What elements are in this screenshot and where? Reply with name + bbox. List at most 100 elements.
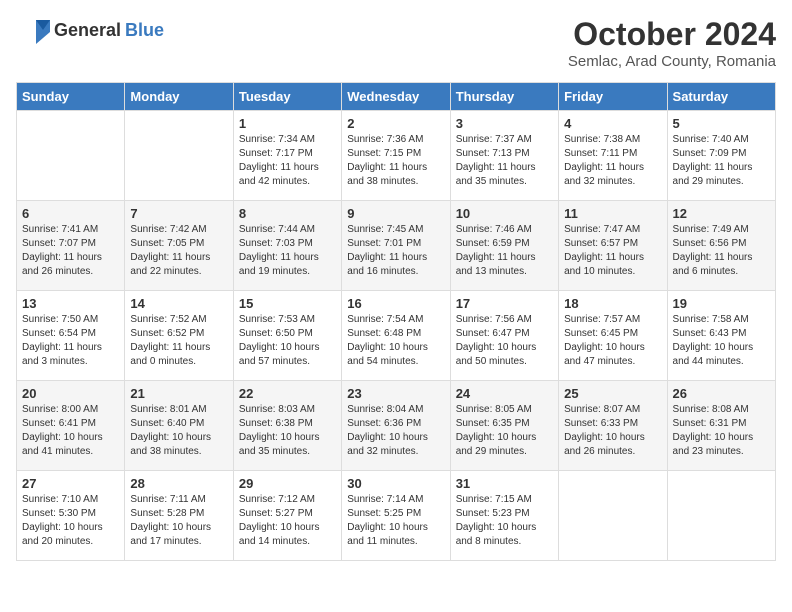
calendar-cell <box>17 111 125 201</box>
day-number: 6 <box>22 206 119 221</box>
calendar-week-row: 27 Sunrise: 7:10 AMSunset: 5:30 PMDayligh… <box>17 471 776 561</box>
day-info: Sunrise: 7:56 AMSunset: 6:47 PMDaylight:… <box>456 313 553 369</box>
logo-general: General <box>54 20 121 41</box>
day-number: 28 <box>130 476 227 491</box>
day-number: 26 <box>673 386 770 401</box>
calendar-table: Sunday Monday Tuesday Wednesday Thursday… <box>16 82 776 561</box>
day-number: 15 <box>239 296 336 311</box>
day-number: 13 <box>22 296 119 311</box>
day-info: Sunrise: 7:50 AMSunset: 6:54 PMDaylight:… <box>22 313 119 369</box>
calendar-header-row: Sunday Monday Tuesday Wednesday Thursday… <box>17 83 776 111</box>
day-info: Sunrise: 7:37 AMSunset: 7:13 PMDaylight:… <box>456 133 553 189</box>
day-info: Sunrise: 7:46 AMSunset: 6:59 PMDaylight:… <box>456 223 553 279</box>
calendar-cell: 1 Sunrise: 7:34 AMSunset: 7:17 PMDaylight… <box>233 111 341 201</box>
calendar-cell: 21Sunrise: 8:01 AMSunset: 6:40 PMDayligh… <box>125 381 233 471</box>
calendar-week-row: 1 Sunrise: 7:34 AMSunset: 7:17 PMDaylight… <box>17 111 776 201</box>
page-subtitle: Semlac, Arad County, Romania <box>568 53 776 70</box>
calendar-cell: 3 Sunrise: 7:37 AMSunset: 7:13 PMDaylight… <box>450 111 558 201</box>
day-info: Sunrise: 7:40 AMSunset: 7:09 PMDaylight:… <box>673 133 770 189</box>
day-number: 1 <box>239 116 336 131</box>
calendar-cell: 12 Sunrise: 7:49 AMSunset: 6:56 PMDayligh… <box>667 201 775 291</box>
day-info: Sunrise: 7:42 AMSunset: 7:05 PMDaylight:… <box>130 223 227 279</box>
day-info: Sunrise: 7:10 AMSunset: 5:30 PMDaylight:… <box>22 493 119 549</box>
day-info: Sunrise: 7:54 AMSunset: 6:48 PMDaylight:… <box>347 313 444 369</box>
calendar-cell: 19 Sunrise: 7:58 AMSunset: 6:43 PMDayligh… <box>667 291 775 381</box>
calendar-week-row: 6 Sunrise: 7:41 AMSunset: 7:07 PMDaylight… <box>17 201 776 291</box>
day-info: Sunrise: 7:15 AMSunset: 5:23 PMDaylight:… <box>456 493 553 549</box>
day-number: 2 <box>347 116 444 131</box>
day-number: 29 <box>239 476 336 491</box>
day-info: Sunrise: 7:53 AMSunset: 6:50 PMDaylight:… <box>239 313 336 369</box>
day-number: 17 <box>456 296 553 311</box>
day-number: 11 <box>564 206 661 221</box>
day-number: 30 <box>347 476 444 491</box>
day-info: Sunrise: 8:07 AMSunset: 6:33 PMDaylight:… <box>564 403 661 459</box>
day-number: 21 <box>130 386 227 401</box>
col-thursday: Thursday <box>450 83 558 111</box>
col-sunday: Sunday <box>17 83 125 111</box>
page-header: GeneralBlue October 2024 Semlac, Arad Co… <box>16 16 776 70</box>
day-number: 31 <box>456 476 553 491</box>
day-number: 10 <box>456 206 553 221</box>
day-number: 20 <box>22 386 119 401</box>
day-info: Sunrise: 7:49 AMSunset: 6:56 PMDaylight:… <box>673 223 770 279</box>
day-info: Sunrise: 7:44 AMSunset: 7:03 PMDaylight:… <box>239 223 336 279</box>
day-info: Sunrise: 7:57 AMSunset: 6:45 PMDaylight:… <box>564 313 661 369</box>
calendar-cell: 23 Sunrise: 8:04 AMSunset: 6:36 PMDayligh… <box>342 381 450 471</box>
col-friday: Friday <box>559 83 667 111</box>
day-number: 8 <box>239 206 336 221</box>
calendar-cell: 2 Sunrise: 7:36 AMSunset: 7:15 PMDaylight… <box>342 111 450 201</box>
calendar-cell: 9 Sunrise: 7:45 AMSunset: 7:01 PMDaylight… <box>342 201 450 291</box>
logo: GeneralBlue <box>16 16 164 44</box>
day-number: 18 <box>564 296 661 311</box>
day-number: 5 <box>673 116 770 131</box>
day-info: Sunrise: 7:45 AMSunset: 7:01 PMDaylight:… <box>347 223 444 279</box>
calendar-cell: 30Sunrise: 7:14 AMSunset: 5:25 PMDayligh… <box>342 471 450 561</box>
day-info: Sunrise: 7:58 AMSunset: 6:43 PMDaylight:… <box>673 313 770 369</box>
day-number: 19 <box>673 296 770 311</box>
calendar-cell: 7Sunrise: 7:42 AMSunset: 7:05 PMDaylight… <box>125 201 233 291</box>
day-number: 22 <box>239 386 336 401</box>
calendar-cell: 6 Sunrise: 7:41 AMSunset: 7:07 PMDaylight… <box>17 201 125 291</box>
day-number: 4 <box>564 116 661 131</box>
day-number: 16 <box>347 296 444 311</box>
day-info: Sunrise: 8:04 AMSunset: 6:36 PMDaylight:… <box>347 403 444 459</box>
page-title: October 2024 <box>568 16 776 53</box>
day-number: 12 <box>673 206 770 221</box>
day-info: Sunrise: 8:08 AMSunset: 6:31 PMDaylight:… <box>673 403 770 459</box>
logo-blue: Blue <box>125 20 164 41</box>
title-block: October 2024 Semlac, Arad County, Romani… <box>568 16 776 70</box>
day-info: Sunrise: 7:34 AMSunset: 7:17 PMDaylight:… <box>239 133 336 189</box>
calendar-week-row: 13 Sunrise: 7:50 AMSunset: 6:54 PMDayligh… <box>17 291 776 381</box>
col-wednesday: Wednesday <box>342 83 450 111</box>
day-info: Sunrise: 7:41 AMSunset: 7:07 PMDaylight:… <box>22 223 119 279</box>
calendar-cell: 29Sunrise: 7:12 AMSunset: 5:27 PMDayligh… <box>233 471 341 561</box>
col-monday: Monday <box>125 83 233 111</box>
calendar-week-row: 20Sunrise: 8:00 AMSunset: 6:41 PMDayligh… <box>17 381 776 471</box>
day-number: 3 <box>456 116 553 131</box>
calendar-cell <box>667 471 775 561</box>
day-number: 14 <box>130 296 227 311</box>
day-number: 23 <box>347 386 444 401</box>
calendar-cell: 18 Sunrise: 7:57 AMSunset: 6:45 PMDayligh… <box>559 291 667 381</box>
calendar-cell <box>125 111 233 201</box>
calendar-cell: 24Sunrise: 8:05 AMSunset: 6:35 PMDayligh… <box>450 381 558 471</box>
calendar-cell: 10 Sunrise: 7:46 AMSunset: 6:59 PMDayligh… <box>450 201 558 291</box>
calendar-cell <box>559 471 667 561</box>
calendar-cell: 20Sunrise: 8:00 AMSunset: 6:41 PMDayligh… <box>17 381 125 471</box>
day-number: 9 <box>347 206 444 221</box>
calendar-cell: 13 Sunrise: 7:50 AMSunset: 6:54 PMDayligh… <box>17 291 125 381</box>
day-info: Sunrise: 7:11 AMSunset: 5:28 PMDaylight:… <box>130 493 227 549</box>
day-number: 27 <box>22 476 119 491</box>
calendar-cell: 26 Sunrise: 8:08 AMSunset: 6:31 PMDayligh… <box>667 381 775 471</box>
col-tuesday: Tuesday <box>233 83 341 111</box>
calendar-cell: 25Sunrise: 8:07 AMSunset: 6:33 PMDayligh… <box>559 381 667 471</box>
day-info: Sunrise: 7:52 AMSunset: 6:52 PMDaylight:… <box>130 313 227 369</box>
day-info: Sunrise: 7:36 AMSunset: 7:15 PMDaylight:… <box>347 133 444 189</box>
calendar-cell: 11 Sunrise: 7:47 AMSunset: 6:57 PMDayligh… <box>559 201 667 291</box>
day-info: Sunrise: 8:03 AMSunset: 6:38 PMDaylight:… <box>239 403 336 459</box>
calendar-cell: 8 Sunrise: 7:44 AMSunset: 7:03 PMDaylight… <box>233 201 341 291</box>
calendar-cell: 22 Sunrise: 8:03 AMSunset: 6:38 PMDayligh… <box>233 381 341 471</box>
day-info: Sunrise: 7:47 AMSunset: 6:57 PMDaylight:… <box>564 223 661 279</box>
day-info: Sunrise: 7:38 AMSunset: 7:11 PMDaylight:… <box>564 133 661 189</box>
